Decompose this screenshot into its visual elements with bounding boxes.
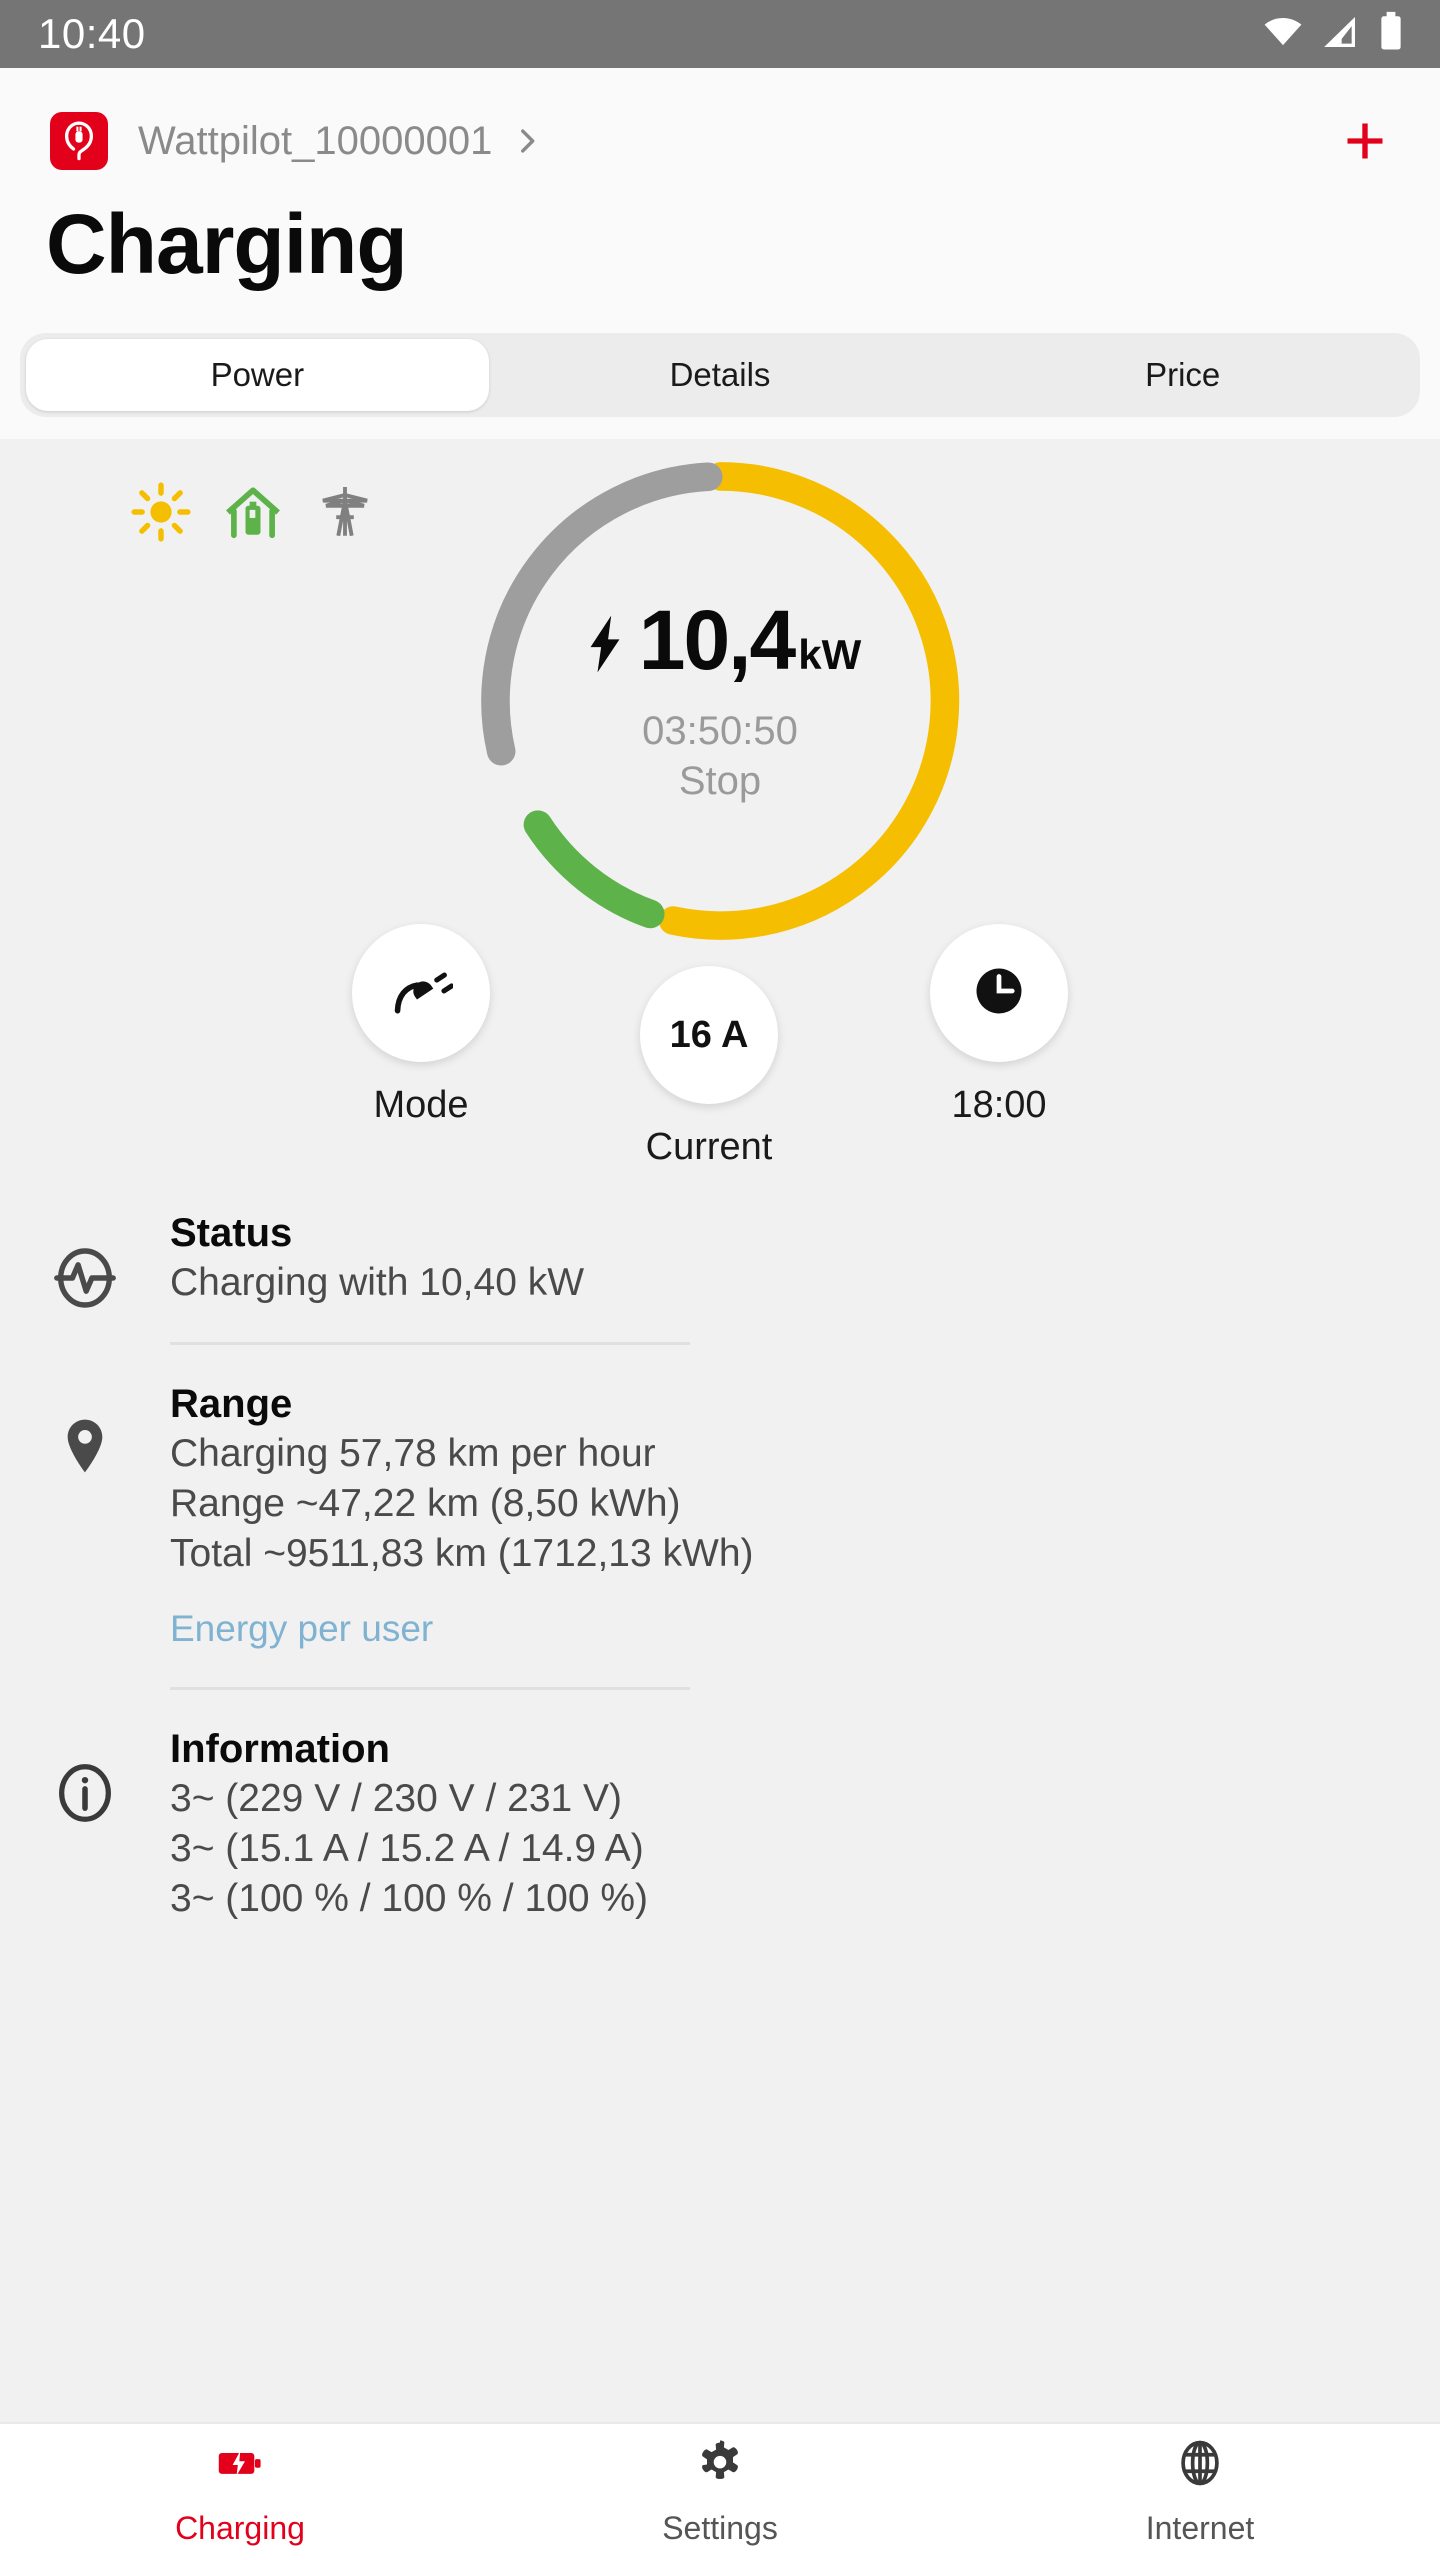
gauge-time-remaining: 03:50:50 <box>642 709 798 754</box>
energy-per-user-link[interactable]: Energy per user <box>170 1605 433 1653</box>
nav-item-internet[interactable]: Internet <box>960 2424 1440 2560</box>
current-button[interactable]: 16 A Current <box>640 966 778 1169</box>
current-button-circle[interactable]: 16 A <box>640 966 778 1105</box>
schedule-button-label: 18:00 <box>951 1084 1047 1127</box>
gauge-power-row: 10,4 kW <box>510 598 930 682</box>
cellular-signal-icon <box>1320 12 1360 57</box>
app-screen: 10:40 Wattpilot_10000001 Charging Power … <box>0 0 1440 2560</box>
nav-item-settings[interactable]: Settings <box>480 2424 960 2560</box>
gauge-stop-button[interactable]: Stop <box>510 758 930 804</box>
status-bar: 10:40 <box>0 0 1440 68</box>
section-status: Status Charging with 10,40 kW <box>0 1208 1440 1379</box>
nav-item-charging[interactable]: Charging <box>0 2424 480 2560</box>
nav-label-internet: Internet <box>1145 2510 1255 2546</box>
section-information-title: Information <box>170 1726 390 1771</box>
gear-icon <box>694 2437 746 2494</box>
gauge-power-value: 10,4 <box>638 593 796 688</box>
section-status-body: Status Charging with 10,40 kW <box>170 1208 1380 1379</box>
nav-label-charging: Charging <box>175 2510 305 2546</box>
section-range-line-1: Charging 57,78 km per hour <box>170 1431 656 1475</box>
gauge-readout: 10,4 kW 03:50:50 Stop <box>510 598 930 804</box>
activity-pulse-icon <box>0 1208 170 1379</box>
current-value: 16 A <box>669 1013 749 1056</box>
section-information-line-2: 3~ (15.1 A / 15.2 A / 14.9 A) <box>170 1826 644 1870</box>
map-pin-icon <box>0 1379 170 1724</box>
schedule-button[interactable]: 18:00 <box>930 924 1068 1127</box>
mode-button-label: Mode <box>373 1084 469 1127</box>
wattpilot-logo-icon <box>50 112 108 170</box>
status-bar-clock: 10:40 <box>38 10 146 57</box>
info-circle-icon <box>0 1724 170 1924</box>
wifi-icon <box>1262 11 1304 58</box>
charging-controls: Mode 16 A Current 18:00 <box>0 918 1440 1208</box>
section-divider <box>170 1686 690 1690</box>
app-header: Wattpilot_10000001 Charging <box>0 68 1440 300</box>
section-information-line-1: 3~ (229 V / 230 V / 231 V) <box>170 1776 623 1820</box>
nav-label-settings: Settings <box>662 2510 778 2546</box>
mode-button[interactable]: Mode <box>352 924 490 1127</box>
section-divider <box>170 1341 690 1345</box>
status-bar-icons <box>1262 11 1406 58</box>
tab-bar: Power Details Price <box>20 333 1420 418</box>
add-device-button[interactable] <box>1330 106 1400 176</box>
section-information-body: Information 3~ (229 V / 230 V / 231 V) 3… <box>170 1724 1380 1924</box>
bottom-navigation: Charging Settings Internet <box>0 2422 1440 2560</box>
schedule-button-circle[interactable] <box>930 924 1068 1063</box>
section-range-line-2: Range ~47,22 km (8,50 kWh) <box>170 1481 681 1525</box>
main-content: 10,4 kW 03:50:50 Stop Mode 16 A Current … <box>0 439 1440 2422</box>
section-range-title: Range <box>170 1381 293 1426</box>
mode-button-circle[interactable] <box>352 924 490 1063</box>
section-status-title: Status <box>170 1211 293 1256</box>
current-button-label: Current <box>645 1126 773 1169</box>
globe-icon <box>1174 2437 1226 2494</box>
section-status-line-1: Charging with 10,40 kW <box>170 1261 585 1305</box>
section-range-line-3: Total ~9511,83 km (1712,13 kWh) <box>170 1531 754 1575</box>
section-range: Range Charging 57,78 km per hour Range ~… <box>0 1379 1440 1724</box>
plug-icon <box>389 959 455 1028</box>
page-title: Charging <box>46 197 408 291</box>
device-name-label: Wattpilot_10000001 <box>138 118 493 163</box>
charging-battery-icon <box>214 2437 266 2494</box>
tab-price[interactable]: Price <box>951 339 1414 411</box>
tab-power[interactable]: Power <box>26 339 489 412</box>
power-gauge: 10,4 kW 03:50:50 Stop <box>0 456 1440 940</box>
battery-icon <box>1376 11 1406 58</box>
info-sections: Status Charging with 10,40 kW Range Char… <box>0 1208 1440 1923</box>
section-information: Information 3~ (229 V / 230 V / 231 V) 3… <box>0 1724 1440 1924</box>
tab-bar-container: Power Details Price <box>0 299 1440 440</box>
tab-details[interactable]: Details <box>489 339 952 411</box>
chevron-right-icon[interactable] <box>510 124 544 158</box>
section-range-body: Range Charging 57,78 km per hour Range ~… <box>170 1379 1380 1724</box>
lightning-bolt-icon <box>579 613 631 680</box>
device-selector-row[interactable]: Wattpilot_10000001 <box>0 68 1440 178</box>
section-information-line-3: 3~ (100 % / 100 % / 100 %) <box>170 1876 649 1920</box>
gauge-power-unit: kW <box>798 631 862 679</box>
clock-icon <box>969 961 1029 1026</box>
